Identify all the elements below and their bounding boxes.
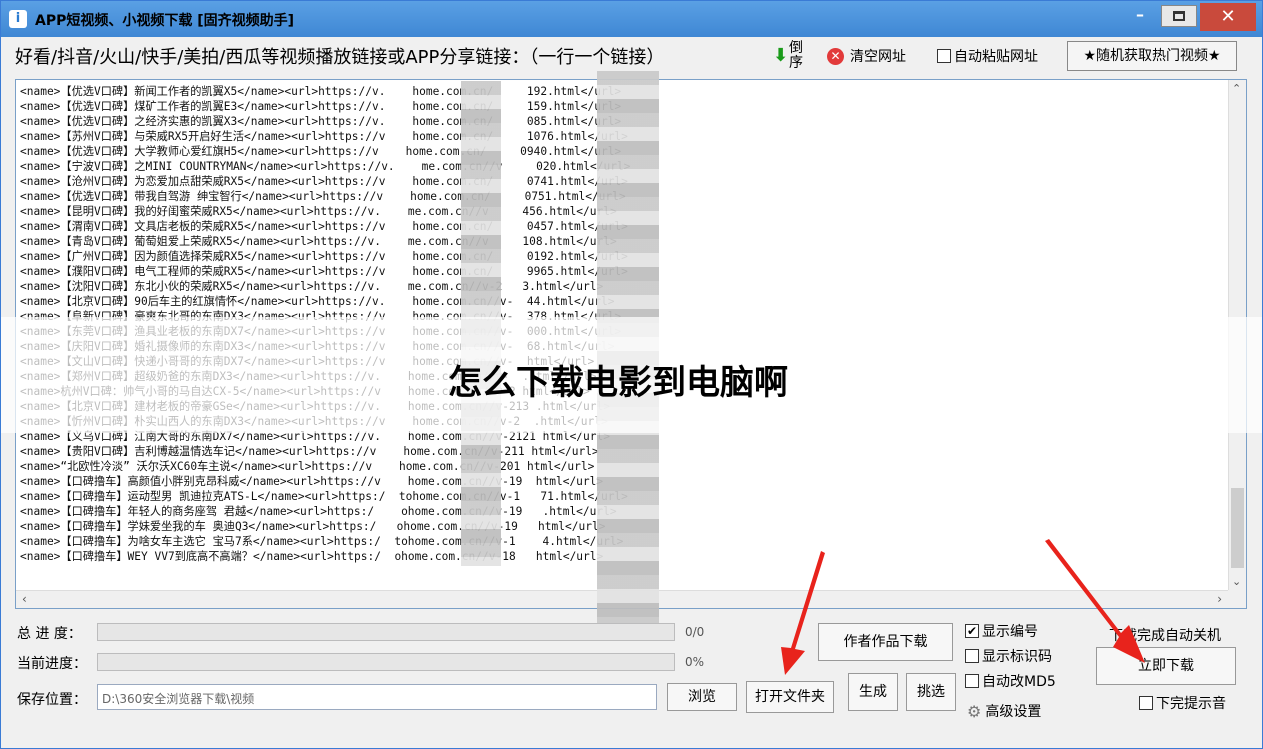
current-progress-text: 0%	[685, 655, 705, 669]
total-progress-bar	[97, 623, 675, 641]
browse-button[interactable]: 浏览	[667, 683, 737, 711]
advanced-settings-label: 高级设置	[985, 704, 1042, 720]
scroll-left-icon[interactable]: ‹	[22, 592, 27, 606]
done-sound-checkbox[interactable]: 下完提示音	[1139, 693, 1226, 713]
show-number-label: 显示编号	[982, 624, 1038, 640]
done-sound-box[interactable]	[1139, 696, 1153, 710]
scroll-down-icon[interactable]: ⌄	[1232, 575, 1241, 588]
total-progress-text: 0/0	[685, 625, 705, 639]
arrow-down-icon: ⬇	[773, 45, 789, 66]
auto-md5-box[interactable]	[965, 674, 979, 688]
show-id-box[interactable]	[965, 649, 979, 663]
scroll-up-icon[interactable]: ⌃	[1232, 82, 1241, 95]
auto-md5-label: 自动改MD5	[982, 674, 1056, 690]
auto-paste-box[interactable]	[937, 49, 951, 63]
show-number-box[interactable]: ✔	[965, 624, 979, 638]
total-progress-label: 总 进 度：	[17, 626, 82, 642]
auto-paste-label: 自动粘贴网址	[954, 49, 1038, 65]
current-progress-label: 当前进度：	[17, 656, 87, 672]
show-number-checkbox[interactable]: ✔ 显示编号	[965, 621, 1038, 641]
clear-urls-button[interactable]: ✕ 清空网址	[827, 46, 906, 68]
window-title: APP短视频、小视频下载 [固齐视频助手]	[35, 13, 295, 29]
save-location-label: 保存位置：	[17, 692, 87, 708]
maximize-button[interactable]	[1161, 5, 1197, 27]
current-progress-bar	[97, 653, 675, 671]
show-id-checkbox[interactable]: 显示标识码	[965, 646, 1052, 666]
close-button[interactable]: ✕	[1200, 3, 1256, 31]
app-icon: i	[9, 10, 27, 28]
scroll-right-icon[interactable]: ›	[1217, 592, 1222, 606]
reverse-order-button[interactable]: ⬇ 倒序	[771, 41, 807, 73]
generate-button[interactable]: 生成	[848, 673, 898, 711]
save-path-input[interactable]: D:\360安全浏览器下载\视频	[97, 684, 657, 710]
scroll-corner	[1228, 590, 1246, 608]
title-bar: i APP短视频、小视频下载 [固齐视频助手] – ✕	[1, 1, 1262, 37]
random-hot-videos-button[interactable]: ★随机获取热门视频★	[1067, 41, 1237, 71]
annotation-arrow-download-now	[1045, 539, 1145, 663]
app-window: i APP短视频、小视频下载 [固齐视频助手] – ✕ 好看/抖音/火山/快手/…	[0, 0, 1263, 749]
minimize-button[interactable]: –	[1125, 3, 1155, 29]
auto-md5-checkbox[interactable]: 自动改MD5	[965, 671, 1056, 691]
pick-button[interactable]: 挑选	[906, 673, 956, 711]
url-instruction-label: 好看/抖音/火山/快手/美拍/西瓜等视频播放链接或APP分享链接：（一行一个链接…	[15, 47, 665, 68]
clear-icon: ✕	[827, 47, 844, 65]
done-sound-label: 下完提示音	[1156, 696, 1226, 712]
headline-text: 怎么下载电影到电脑啊	[448, 363, 788, 403]
maximize-icon	[1173, 11, 1185, 21]
open-folder-button[interactable]: 打开文件夹	[746, 681, 834, 713]
gear-icon: ⚙	[967, 701, 982, 721]
auto-paste-checkbox[interactable]: 自动粘贴网址	[937, 46, 1038, 66]
clear-urls-label: 清空网址	[850, 49, 906, 65]
advanced-settings-button[interactable]: ⚙ 高级设置	[967, 701, 1041, 721]
reverse-order-label: 倒序	[789, 40, 803, 71]
author-works-download-button[interactable]: 作者作品下载	[818, 623, 953, 661]
scroll-thumb[interactable]	[1231, 488, 1244, 568]
annotation-arrow-open-folder	[781, 551, 825, 675]
